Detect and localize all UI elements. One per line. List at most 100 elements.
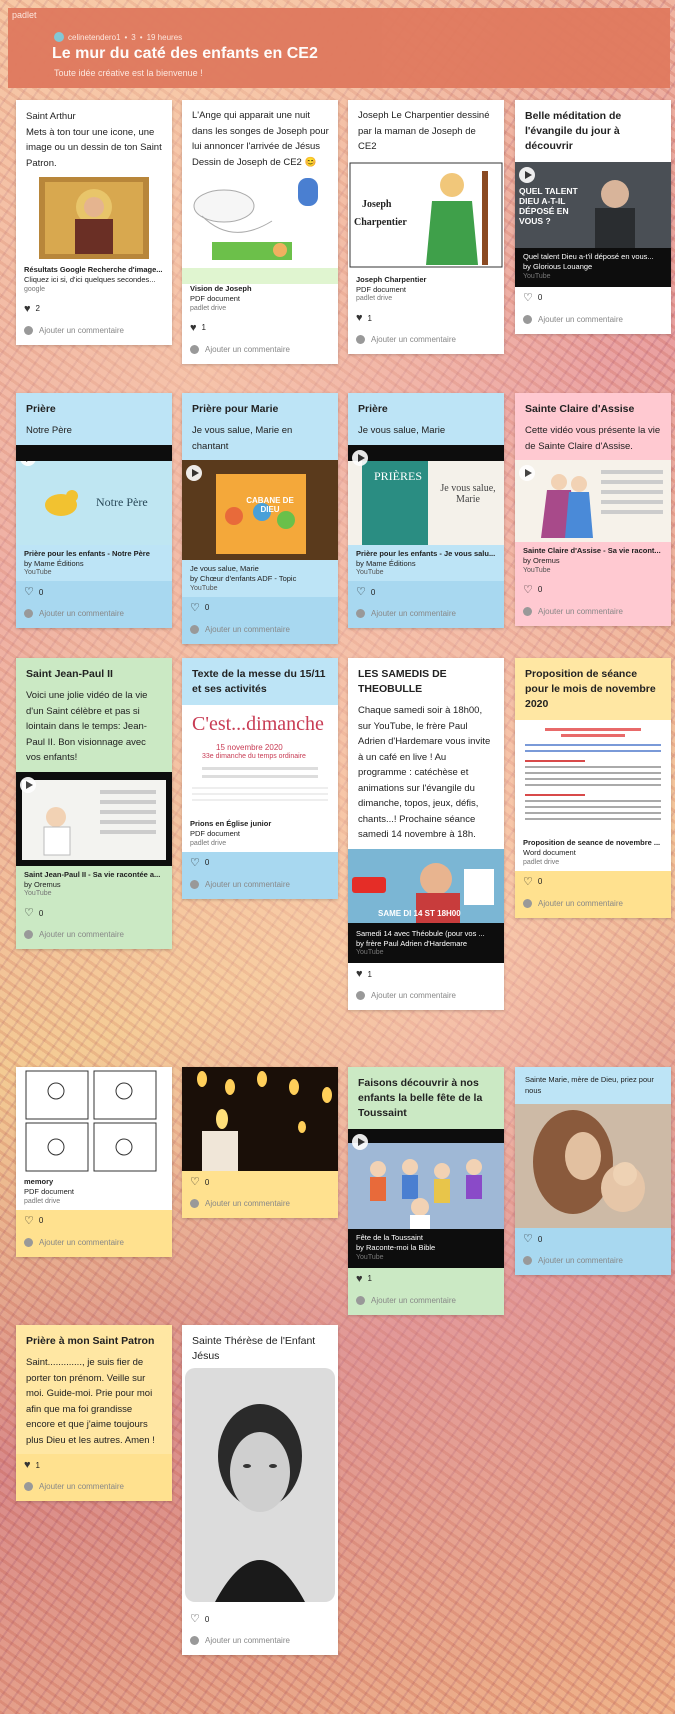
attachment[interactable]: Vision de Joseph PDF document padlet dri… bbox=[182, 284, 338, 317]
play-icon[interactable] bbox=[519, 465, 535, 481]
post-card[interactable]: ♡ 0 Ajouter un commentaire bbox=[182, 1067, 338, 1218]
like-button[interactable]: ♥ 1 bbox=[348, 963, 504, 985]
post-card[interactable]: Saint Jean-Paul II Voici une jolie vidéo… bbox=[16, 658, 172, 949]
post-card[interactable]: Joseph Le Charpentier dessiné par la mam… bbox=[348, 100, 504, 354]
play-icon[interactable] bbox=[519, 167, 535, 183]
document-preview[interactable] bbox=[515, 720, 671, 834]
attachment[interactable]: Proposition de seance de novembre ... Wo… bbox=[515, 834, 671, 871]
video-thumbnail[interactable]: QUEL TALENT DIEU A-T-IL DÉPOSÉ EN VOUS ? bbox=[515, 162, 671, 248]
post-card[interactable]: Prière pour Marie Je vous salue, Marie e… bbox=[182, 393, 338, 644]
portrait-image[interactable] bbox=[182, 1368, 338, 1602]
add-comment-field[interactable]: Ajouter un commentaire bbox=[182, 1630, 338, 1655]
video-thumbnail[interactable]: Notre Père bbox=[16, 444, 172, 545]
post-body: Chaque samedi soir à 18h00, sur YouTube,… bbox=[358, 705, 491, 840]
video-thumbnail[interactable]: PRIÈRES Je vous salue, Marie bbox=[348, 444, 504, 545]
add-comment-field[interactable]: Ajouter un commentaire bbox=[16, 603, 172, 628]
add-comment-field[interactable]: Ajouter un commentaire bbox=[16, 924, 172, 949]
video-thumbnail[interactable]: CABANE DE DIEU bbox=[182, 460, 338, 560]
attachment[interactable]: Samedi 14 avec Théobule (pour vos ... by… bbox=[348, 922, 504, 963]
mary-statue-image[interactable] bbox=[515, 1104, 671, 1228]
post-card[interactable]: Faisons découvrir à nos enfants la belle… bbox=[348, 1067, 504, 1315]
post-card[interactable]: Belle méditation de l'évangile du jour à… bbox=[515, 100, 671, 334]
pdf-preview[interactable]: C'est...dimanche 15 novembre 2020 33e di… bbox=[182, 705, 338, 815]
candles-image[interactable] bbox=[182, 1067, 338, 1171]
avatar bbox=[356, 609, 365, 618]
add-comment-field[interactable]: Ajouter un commentaire bbox=[16, 1231, 172, 1257]
add-comment-field[interactable]: Ajouter un commentaire bbox=[16, 320, 172, 345]
post-card[interactable]: Proposition de séance pour le mois de no… bbox=[515, 658, 671, 918]
comment-placeholder: Ajouter un commentaire bbox=[371, 335, 456, 344]
like-button[interactable]: ♥ 2 bbox=[16, 298, 172, 320]
thumbnail-text: Notre Père bbox=[96, 494, 148, 509]
post-card[interactable]: Prière à mon Saint Patron Saint.........… bbox=[16, 1325, 172, 1501]
like-button[interactable]: ♡ 0 bbox=[182, 851, 338, 874]
play-icon[interactable] bbox=[352, 449, 368, 466]
attachment[interactable]: Fête de la Toussaint by Raconte-moi la B… bbox=[348, 1229, 504, 1268]
add-comment-field[interactable]: Ajouter un commentaire bbox=[182, 618, 338, 644]
attachment[interactable]: Saint Jean-Paul II - Sa vie racontée a..… bbox=[16, 866, 172, 903]
add-comment-field[interactable]: Ajouter un commentaire bbox=[348, 329, 504, 354]
like-button[interactable]: ♡ 0 bbox=[16, 1209, 172, 1232]
like-button[interactable]: ♥ 1 bbox=[16, 1454, 172, 1476]
post-card[interactable]: L'Ange qui apparait une nuit dans les so… bbox=[182, 100, 338, 364]
attachment[interactable]: Prions en Église junior PDF document pad… bbox=[182, 815, 338, 852]
add-comment-field[interactable]: Ajouter un commentaire bbox=[182, 873, 338, 899]
avatar bbox=[356, 991, 365, 1000]
post-card[interactable]: Prière Notre Père Notre Père Prière pour… bbox=[16, 393, 172, 628]
post-card[interactable]: Texte de la messe du 15/11 et ses activi… bbox=[182, 658, 338, 899]
attachment[interactable]: Joseph Charpentier PDF document padlet d… bbox=[348, 271, 504, 308]
add-comment-field[interactable]: Ajouter un commentaire bbox=[515, 601, 671, 626]
author-name[interactable]: celinetendero1 bbox=[68, 33, 120, 42]
drawing-image[interactable] bbox=[182, 176, 338, 284]
icon-image[interactable] bbox=[16, 177, 172, 265]
like-button[interactable]: ♡ 0 bbox=[16, 902, 172, 924]
like-button[interactable]: ♡ 0 bbox=[515, 579, 671, 601]
add-comment-field[interactable]: Ajouter un commentaire bbox=[348, 985, 504, 1010]
like-button[interactable]: ♡ 0 bbox=[515, 870, 671, 893]
attachment[interactable]: Quel talent Dieu a-t'il déposé en vous..… bbox=[515, 248, 671, 287]
add-comment-field[interactable]: Ajouter un commentaire bbox=[515, 309, 671, 334]
attachment[interactable]: Notre Père Prière pour les enfants - Not… bbox=[16, 444, 172, 581]
like-button[interactable]: ♡ 0 bbox=[348, 581, 504, 603]
post-card[interactable]: Saint Arthur Mets à ton tour une icone, u… bbox=[16, 100, 172, 345]
like-button[interactable]: ♡ 0 bbox=[515, 287, 671, 309]
add-comment-field[interactable]: Ajouter un commentaire bbox=[182, 339, 338, 364]
post-card[interactable]: LES SAMEDIS DE THEOBULLE Chaque samedi s… bbox=[348, 658, 504, 1010]
video-thumbnail[interactable] bbox=[348, 1129, 504, 1229]
add-comment-field[interactable]: Ajouter un commentaire bbox=[515, 1250, 671, 1275]
drawing-image[interactable]: Joseph Charpentier bbox=[348, 160, 504, 271]
candles-photo bbox=[197, 1071, 332, 1171]
memory-image[interactable] bbox=[16, 1067, 172, 1175]
attachment[interactable]: memory PDF document padlet drive bbox=[16, 1175, 172, 1210]
video-thumbnail[interactable]: SAME DI 14 ST 18H00 bbox=[348, 848, 504, 923]
attachment[interactable]: Résultats Google Recherche d'image... Cl… bbox=[16, 265, 172, 298]
add-comment-field[interactable]: Ajouter un commentaire bbox=[348, 1290, 504, 1315]
attachment-type: PDF document bbox=[190, 829, 241, 838]
post-card[interactable]: Sainte Thérèse de l'Enfant Jésus ♡ 0 Ajou… bbox=[182, 1325, 338, 1655]
like-button[interactable]: ♥ 1 bbox=[348, 307, 504, 329]
add-comment-field[interactable]: Ajouter un commentaire bbox=[182, 1193, 338, 1218]
play-icon[interactable] bbox=[352, 1134, 368, 1150]
like-button[interactable]: ♥ 1 bbox=[348, 1268, 504, 1290]
like-button[interactable]: ♡ 0 bbox=[182, 1602, 338, 1630]
post-card[interactable]: Prière Je vous salue, Marie PRIÈRES Je v… bbox=[348, 393, 504, 628]
video-thumbnail[interactable] bbox=[515, 460, 671, 542]
add-comment-field[interactable]: Ajouter un commentaire bbox=[515, 892, 671, 918]
like-button[interactable]: ♡ 0 bbox=[182, 596, 338, 619]
like-button[interactable]: ♡ 0 bbox=[515, 1228, 671, 1250]
attachment-author: by Raconte-moi la Bible bbox=[356, 1243, 436, 1252]
attachment[interactable]: Je vous salue, Marie by Chœur d'enfants … bbox=[182, 560, 338, 597]
avatar[interactable] bbox=[54, 32, 64, 42]
video-thumbnail[interactable] bbox=[16, 771, 172, 866]
attachment[interactable]: Sainte Claire d'Assise - Sa vie racont..… bbox=[515, 542, 671, 579]
like-button[interactable]: ♡ 0 bbox=[182, 1171, 338, 1193]
post-card[interactable]: memory PDF document padlet drive ♡ 0 Ajou… bbox=[16, 1067, 172, 1257]
like-button[interactable]: ♡ 0 bbox=[16, 581, 172, 603]
attachment[interactable]: Prière pour les enfants - Je vous salu..… bbox=[348, 545, 504, 582]
brand-logo[interactable]: padlet bbox=[12, 10, 37, 20]
add-comment-field[interactable]: Ajouter un commentaire bbox=[16, 1476, 172, 1501]
add-comment-field[interactable]: Ajouter un commentaire bbox=[348, 603, 504, 628]
like-button[interactable]: ♥ 1 bbox=[182, 317, 338, 339]
post-card[interactable]: Sainte Claire d'Assise Cette vidéo vous … bbox=[515, 393, 671, 626]
post-card[interactable]: Sainte Marie, mère de Dieu, priez pour n… bbox=[515, 1067, 671, 1275]
